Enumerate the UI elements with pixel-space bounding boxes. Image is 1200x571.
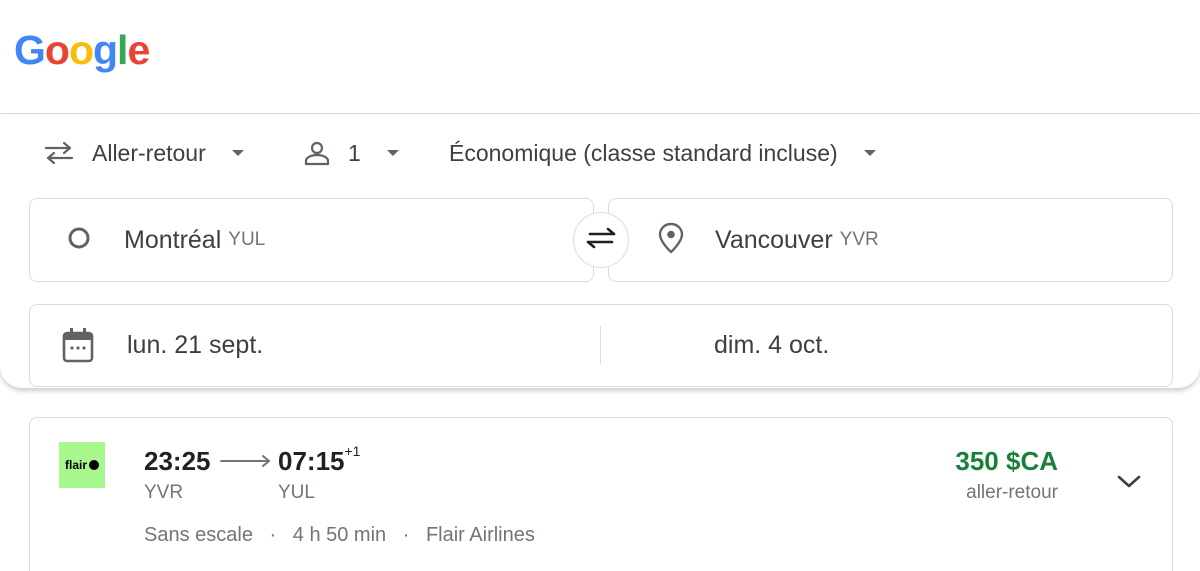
logo-letter: l [117,27,128,73]
origin-code: YUL [228,229,266,250]
destination-field[interactable]: Vancouver YVR [608,198,1173,282]
flight-details: Sans escale · 4 h 50 min · Flair Airline… [144,524,535,547]
passengers-select[interactable]: 1 [304,136,399,170]
trip-type-select[interactable]: Aller-retour [44,136,244,170]
origin-field[interactable]: Montréal YUL [29,198,594,282]
caret-down-icon [386,150,399,156]
depart-airport: YVR [144,482,184,503]
airline-logo: flair [59,442,105,488]
expand-chevron-icon[interactable] [1116,474,1142,495]
arrow-right-icon [220,454,272,473]
flight-result-card[interactable]: flair 23:25 07:15+1 YVR YUL Sans escale … [29,417,1173,571]
logo-letter: o [68,27,94,73]
depart-time: 23:25 [144,446,211,476]
swap-horiz-icon [44,141,74,165]
origin-circle-icon [66,225,92,256]
logo-letter: g [93,27,118,73]
day-offset: +1 [344,443,361,460]
arrive-time-value: 07:15 [278,446,345,476]
trip-type-label: Aller-retour [92,139,206,166]
arrive-time: 07:15+1 [278,443,361,477]
swap-places-button[interactable] [573,212,629,268]
swap-arrows-icon [584,226,618,255]
destination-name: Vancouver [715,225,833,254]
return-date[interactable]: dim. 4 oct. [714,331,829,360]
date-divider [600,326,601,364]
google-logo[interactable]: Google [14,27,150,73]
caret-down-icon [863,150,876,156]
price: 350 $CA [955,446,1058,476]
arrive-airport: YUL [278,482,315,503]
logo-letter: G [14,27,46,73]
logo-letter: e [127,27,150,73]
airline-name: Flair Airlines [425,524,535,546]
stops: Sans escale [144,524,253,546]
person-icon [304,140,330,166]
separator-dot: · [402,524,410,546]
destination-code: YVR [839,229,879,250]
duration: 4 h 50 min [292,524,387,546]
separator-dot: · [269,524,277,546]
logo-letter: o [44,27,70,73]
calendar-icon [62,327,94,368]
departure-date[interactable]: lun. 21 sept. [127,331,263,360]
price-type: aller-retour [966,482,1058,503]
app-header: Google [0,0,1200,114]
caret-down-icon [231,150,244,156]
cabin-class-label: Économique (classe standard incluse) [449,139,838,166]
origin-name: Montréal [124,225,222,254]
cabin-class-select[interactable]: Économique (classe standard incluse) [449,136,876,170]
airline-logo-text: flair [64,458,87,472]
location-pin-icon [657,222,685,259]
passengers-count: 1 [348,139,361,166]
airline-logo-dot [89,460,99,470]
